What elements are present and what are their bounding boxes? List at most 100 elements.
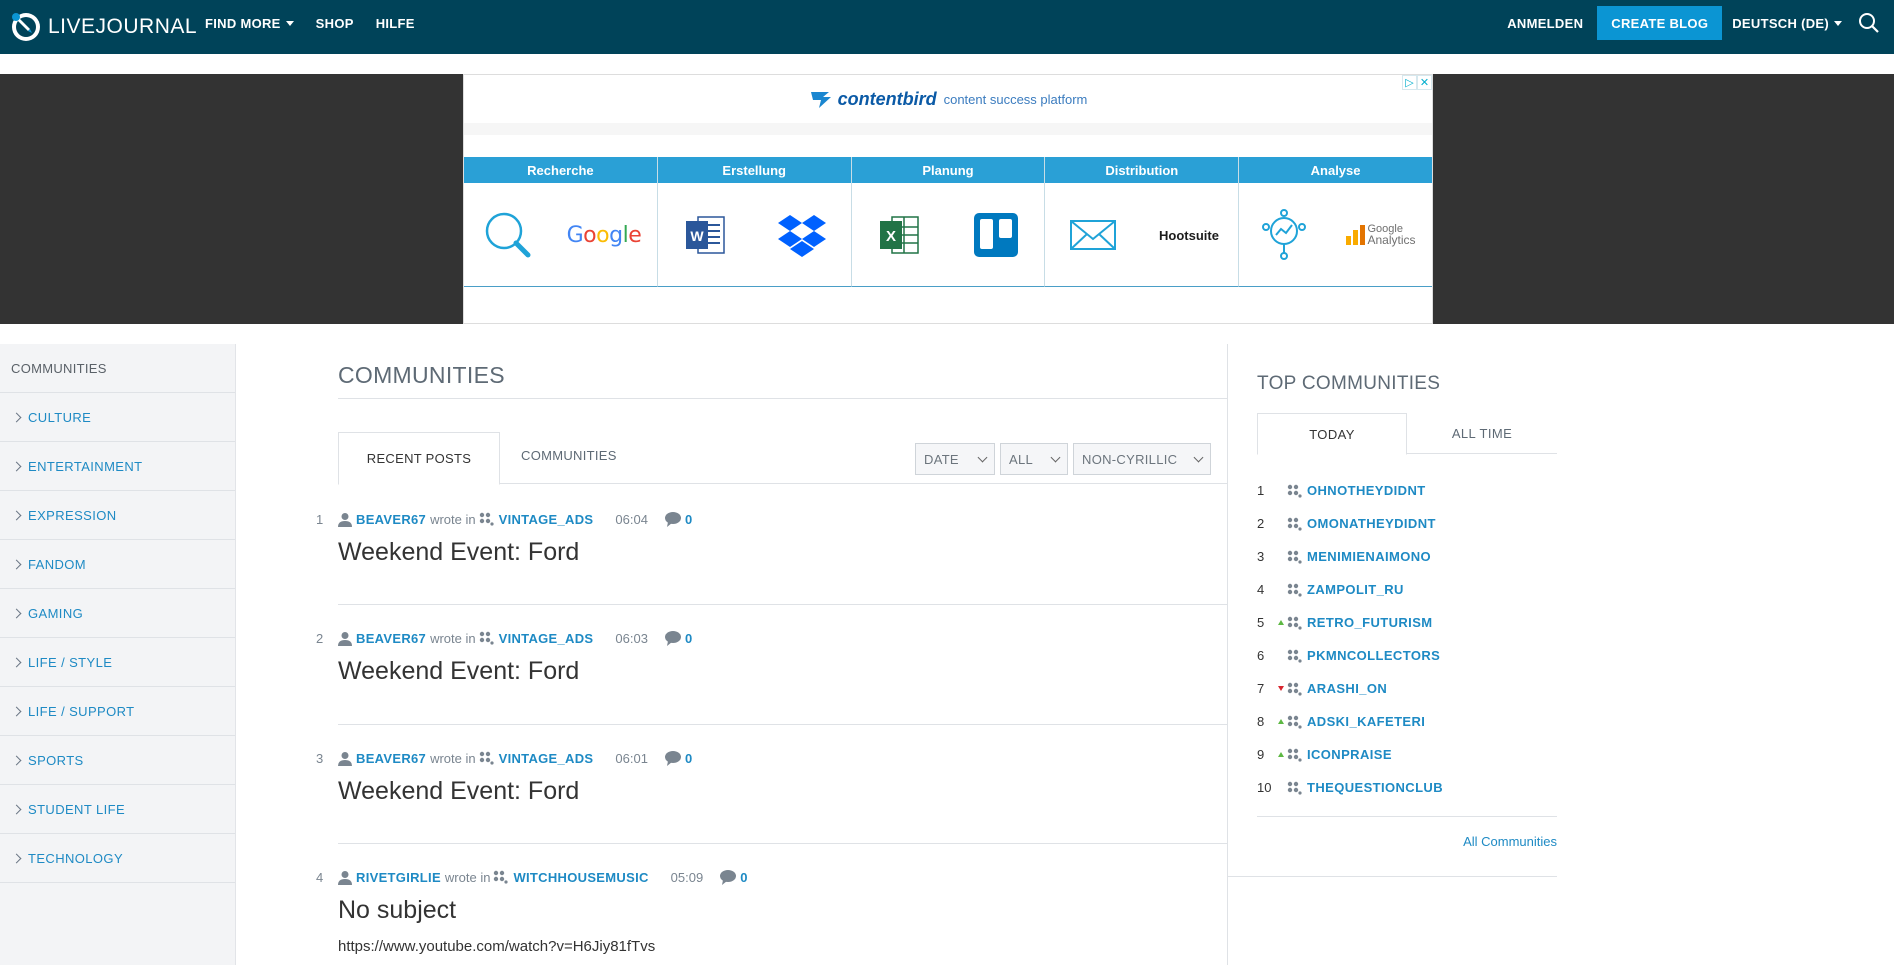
post-community-link[interactable]: VINTAGE_ADS — [499, 512, 594, 527]
scope-filter-value: ALL — [1009, 451, 1034, 467]
chevron-right-icon — [11, 559, 22, 569]
excel-icon: X — [879, 216, 919, 254]
list-item: 8 ADSKI_KAFETERI — [1257, 705, 1557, 738]
sidebar-item-expression[interactable]: EXPRESSION — [0, 491, 235, 540]
search-icon[interactable] — [1858, 12, 1880, 34]
trend-up-icon — [1275, 620, 1287, 625]
comment-icon — [664, 512, 681, 527]
column-divider — [1227, 344, 1228, 965]
divider — [1257, 816, 1557, 817]
community-link[interactable]: THEQUESTIONCLUB — [1307, 780, 1443, 795]
community-icon — [1287, 583, 1302, 597]
tab-recent-posts[interactable]: RECENT POSTS — [338, 432, 500, 485]
divider — [1227, 876, 1557, 877]
wrote-in-label: wrote in — [430, 511, 476, 527]
community-link[interactable]: ICONPRAISE — [1307, 747, 1392, 762]
scope-filter-select[interactable]: ALL — [1000, 443, 1068, 475]
script-filter-value: NON-CYRILLIC — [1082, 451, 1178, 467]
community-link[interactable]: OMONATHEYDIDNT — [1307, 516, 1436, 531]
community-icon — [479, 631, 494, 645]
list-item: 5 RETRO_FUTURISM — [1257, 606, 1557, 639]
user-icon — [338, 512, 352, 527]
sidebar-item-culture[interactable]: CULTURE — [0, 393, 235, 442]
post-author-link[interactable]: BEAVER67 — [356, 631, 426, 646]
community-icon — [1287, 715, 1302, 729]
tab-all-time[interactable]: ALL TIME — [1407, 413, 1557, 453]
community-link[interactable]: ARASHI_ON — [1307, 681, 1387, 696]
post-community-link[interactable]: WITCHHOUSEMUSIC — [513, 870, 648, 885]
ad-column-erstellung: Erstellung W — [657, 157, 852, 287]
livejournal-logo[interactable]: LIVEJOURNAL — [11, 10, 197, 44]
post-community-link[interactable]: VINTAGE_ADS — [499, 631, 594, 646]
wrote-in-label: wrote in — [430, 630, 476, 646]
ad-spacer — [464, 123, 1432, 135]
trend-up-icon — [1275, 752, 1287, 757]
community-link[interactable]: MENIMIENAIMONO — [1307, 549, 1431, 564]
ad-brand-name: contentbird — [837, 88, 937, 109]
rank-number: 1 — [1257, 483, 1265, 498]
sidebar-item-label: FANDOM — [28, 556, 87, 572]
script-filter-select[interactable]: NON-CYRILLIC — [1073, 443, 1211, 475]
create-blog-button[interactable]: CREATE BLOG — [1597, 6, 1723, 40]
wrote-in-label: wrote in — [430, 750, 476, 766]
post-title-link[interactable]: Weekend Event: Ford — [338, 538, 579, 567]
post-time: 06:04 — [615, 511, 648, 527]
top-communities-tabs: TODAY ALL TIME — [1257, 413, 1557, 455]
chevron-down-icon — [1834, 20, 1842, 26]
list-item: 1 OHNOTHEYDIDNT — [1257, 474, 1557, 507]
hootsuite-logo: Hootsuite — [1159, 227, 1219, 243]
post-title-link[interactable]: Weekend Event: Ford — [338, 777, 579, 806]
nav-hilfe-label: HILFE — [375, 15, 415, 31]
nav-shop[interactable]: SHOP — [316, 16, 354, 31]
all-communities-link[interactable]: All Communities — [1463, 834, 1557, 849]
community-link[interactable]: ADSKI_KAFETERI — [1307, 714, 1425, 729]
tab-today[interactable]: TODAY — [1257, 413, 1407, 455]
sidebar-item-sports[interactable]: SPORTS — [0, 736, 235, 785]
sidebar-item-label: LIFE / STYLE — [28, 654, 113, 670]
community-link[interactable]: ZAMPOLIT_RU — [1307, 582, 1404, 597]
comment-count-link[interactable]: 0 — [685, 631, 692, 646]
login-link[interactable]: ANMELDEN — [1507, 16, 1583, 31]
nav-find-more[interactable]: FIND MORE — [205, 16, 294, 31]
post-time: 06:03 — [615, 630, 648, 646]
language-selector[interactable]: DEUTSCH (DE) — [1732, 16, 1842, 31]
sidebar-item-entertainment[interactable]: ENTERTAINMENT — [0, 442, 235, 491]
sidebar-item-life-support[interactable]: LIFE / SUPPORT — [0, 687, 235, 736]
chevron-right-icon — [11, 804, 22, 814]
nav-hilfe[interactable]: HILFE — [376, 16, 415, 31]
community-link[interactable]: RETRO_FUTURISM — [1307, 615, 1433, 630]
advertisement-banner[interactable]: ▷ ✕ contentbird content success platform… — [463, 74, 1433, 324]
post-author-link[interactable]: BEAVER67 — [356, 751, 426, 766]
top-communities-title: TOP COMMUNITIES — [1257, 373, 1441, 394]
post-author-link[interactable]: RIVETGIRLIE — [356, 870, 441, 885]
post-title-link[interactable]: No subject — [338, 896, 456, 925]
community-link[interactable]: OHNOTHEYDIDNT — [1307, 483, 1426, 498]
post-rank: 3 — [316, 751, 324, 766]
account-nav: ANMELDEN CREATE BLOG DEUTSCH (DE) — [1507, 0, 1894, 46]
post-filters: DATE ALL NON-CYRILLIC — [915, 443, 1211, 475]
nav-find-more-label: FIND MORE — [205, 15, 281, 31]
user-icon — [338, 631, 352, 646]
chevron-right-icon — [11, 706, 22, 716]
community-link[interactable]: PKMNCOLLECTORS — [1307, 648, 1440, 663]
post-meta: BEAVER67 wrote in VINTAGE_ADS 06:01 0 — [338, 747, 692, 769]
ad-info-icon[interactable]: ▷ — [1402, 75, 1417, 90]
divider — [338, 604, 1228, 605]
sidebar-item-gaming[interactable]: GAMING — [0, 589, 235, 638]
rank-number: 5 — [1257, 615, 1265, 630]
sidebar-item-technology[interactable]: TECHNOLOGY — [0, 834, 235, 883]
tab-communities[interactable]: COMMUNITIES — [521, 432, 617, 478]
word-icon: W — [685, 216, 725, 254]
date-filter-select[interactable]: DATE — [915, 443, 995, 475]
sidebar-item-life-style[interactable]: LIFE / STYLE — [0, 638, 235, 687]
sidebar-item-student-life[interactable]: STUDENT LIFE — [0, 785, 235, 834]
comment-count-link[interactable]: 0 — [740, 870, 747, 885]
post-title-link[interactable]: Weekend Event: Ford — [338, 657, 579, 686]
close-icon[interactable]: ✕ — [1417, 75, 1432, 90]
post-author-link[interactable]: BEAVER67 — [356, 512, 426, 527]
comment-count-link[interactable]: 0 — [685, 751, 692, 766]
comment-count-link[interactable]: 0 — [685, 512, 692, 527]
sidebar-item-fandom[interactable]: FANDOM — [0, 540, 235, 589]
post-body-url[interactable]: https://www.youtube.com/watch?v=H6Jiy81f… — [338, 938, 655, 955]
post-community-link[interactable]: VINTAGE_ADS — [499, 751, 594, 766]
